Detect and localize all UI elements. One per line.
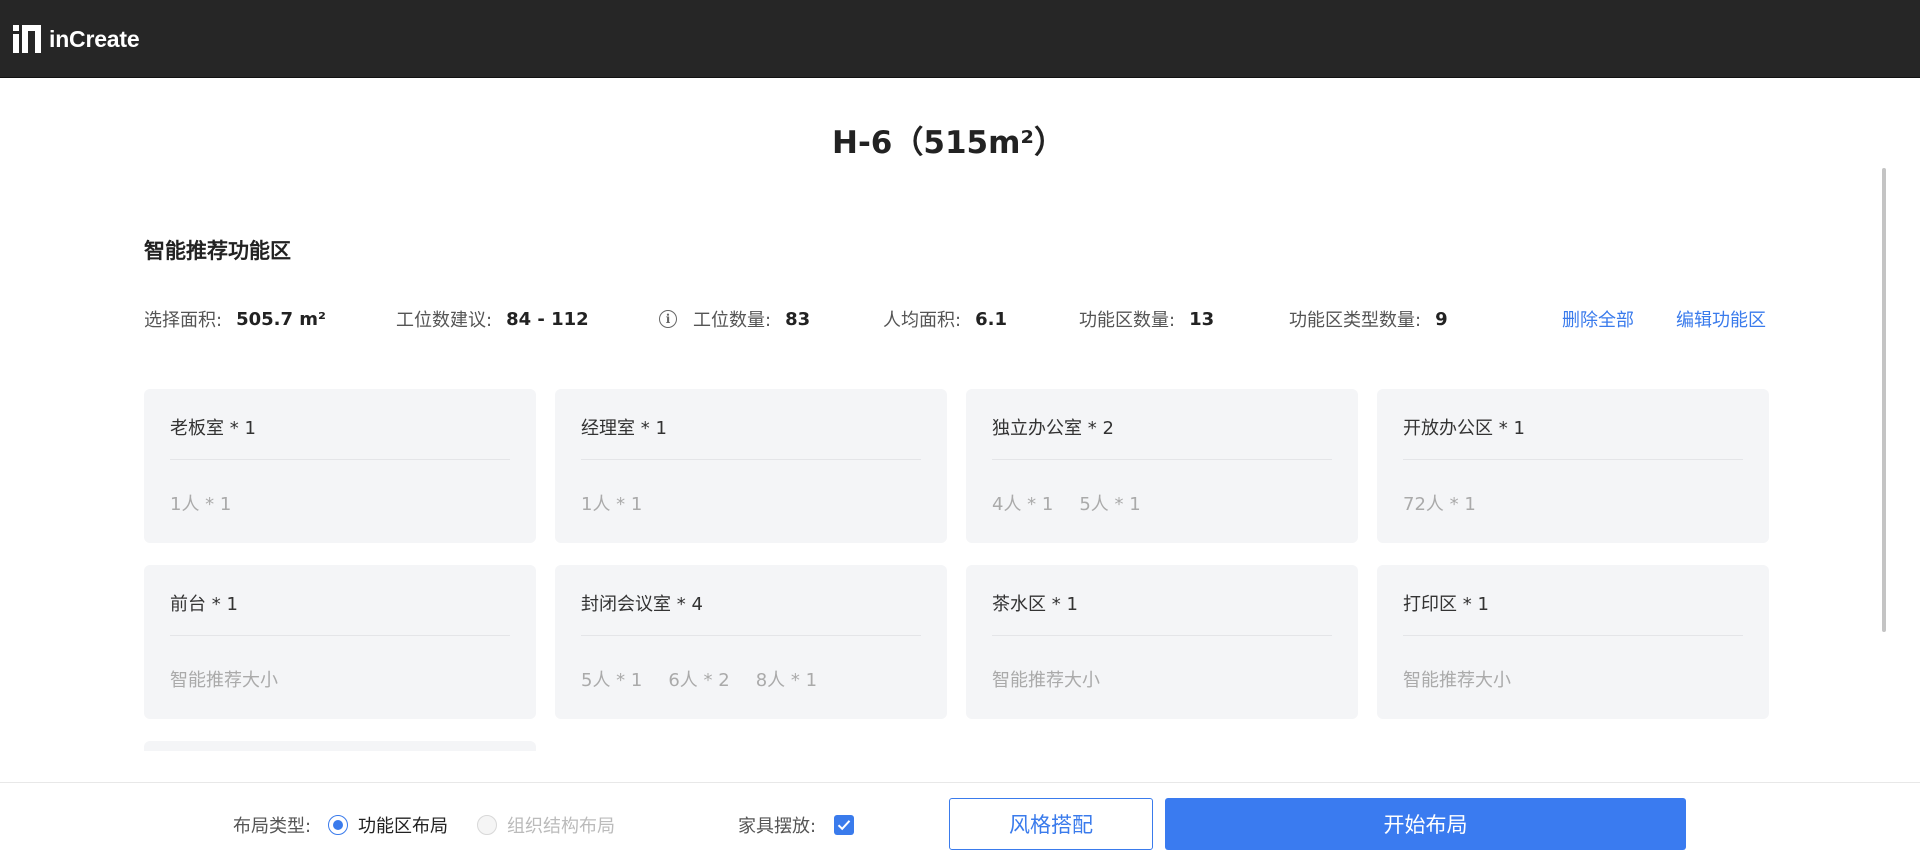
zone-card-detail: 智能推荐大小 — [170, 670, 278, 691]
edit-zones-link[interactable]: 编辑功能区 — [1676, 306, 1766, 332]
zone-card-details: 1人 * 1 — [581, 490, 668, 516]
zone-card[interactable]: 打印区 * 1 智能推荐大小 — [1377, 565, 1769, 719]
zone-card-detail: 8人 * 1 — [755, 670, 818, 691]
zone-card-name: 封闭会议室 * 4 — [581, 594, 703, 615]
stat-zone-count-label: 功能区数量: — [1079, 310, 1176, 331]
zone-card-details: 智能推荐大小 — [992, 666, 1126, 692]
zone-card-name: 老板室 * 1 — [170, 418, 256, 439]
scrollbar-thumb[interactable] — [1882, 168, 1886, 632]
radio-zone-layout-label: 功能区布局 — [358, 816, 448, 837]
delete-all-link[interactable]: 删除全部 — [1562, 306, 1634, 332]
zone-card-name: 前台 * 1 — [170, 594, 238, 615]
stat-workstation-count-value: 83 — [785, 308, 811, 330]
footer-bar: 布局类型: 功能区布局 组织结构布局 家具摆放: 风格搭配 开始布局 — [0, 782, 1920, 867]
info-icon[interactable]: i — [659, 310, 677, 328]
layout-type-label: 布局类型: — [233, 816, 312, 837]
radio-org-layout-label: 组织结构布局 — [507, 816, 615, 837]
furniture-checkbox[interactable] — [834, 815, 854, 835]
radio-zone-layout[interactable]: 功能区布局 — [328, 812, 448, 838]
stat-zone-count-value: 13 — [1189, 308, 1215, 330]
style-match-button[interactable]: 风格搭配 — [949, 798, 1153, 850]
stat-zone-type-count: 功能区类型数量: 9 — [1289, 306, 1448, 332]
start-layout-button[interactable]: 开始布局 — [1165, 798, 1686, 850]
radio-unchecked-icon — [477, 815, 497, 835]
zone-card-detail: 4人 * 1 — [992, 494, 1054, 515]
zone-card-divider — [581, 459, 921, 460]
zone-card-detail: 智能推荐大小 — [992, 670, 1100, 691]
zone-card-detail: 72人 * 1 — [1403, 494, 1476, 515]
app-logo[interactable]: inCreate — [13, 25, 140, 53]
checkmark-icon — [837, 820, 851, 831]
stat-workstation-count: i 工位数量: 83 — [659, 306, 810, 332]
logo-text: inCreate — [49, 25, 140, 52]
stat-workstation-suggest-value: 84 - 112 — [506, 308, 589, 330]
zone-card[interactable]: 经理室 * 1 1人 * 1 — [555, 389, 947, 543]
zone-card[interactable]: 独立办公室 * 2 4人 * 1 5人 * 1 — [966, 389, 1358, 543]
zone-card-details: 1人 * 1 — [170, 490, 257, 516]
stats-bar: 选择面积: 505.7 m² 工位数建议: 84 - 112 i 工位数量: 8… — [144, 306, 1774, 334]
zone-card[interactable]: 老板室 * 1 1人 * 1 — [144, 389, 536, 543]
zone-card-details: 智能推荐大小 — [170, 666, 304, 692]
zone-card-divider — [581, 635, 921, 636]
stat-zone-count: 功能区数量: 13 — [1079, 306, 1214, 332]
zone-card-detail: 5人 * 1 — [1079, 494, 1141, 515]
zone-card[interactable]: 封闭会议室 * 4 5人 * 1 6人 * 2 8人 * 1 — [555, 565, 947, 719]
zone-card-details: 4人 * 1 5人 * 1 — [992, 490, 1167, 516]
zone-card-partial[interactable] — [144, 741, 536, 751]
stat-area-value: 505.7 m² — [236, 308, 326, 330]
zone-card-details: 72人 * 1 — [1403, 490, 1502, 516]
stat-area-label: 选择面积: — [144, 310, 223, 331]
zone-card-detail: 5人 * 1 — [581, 670, 643, 691]
stat-per-capita-label: 人均面积: — [883, 310, 962, 331]
zone-card-divider — [170, 635, 510, 636]
zone-card[interactable]: 开放办公区 * 1 72人 * 1 — [1377, 389, 1769, 543]
zone-card[interactable]: 前台 * 1 智能推荐大小 — [144, 565, 536, 719]
zone-card-detail: 6人 * 2 — [668, 670, 730, 691]
zone-card-name: 独立办公室 * 2 — [992, 418, 1114, 439]
stat-per-capita: 人均面积: 6.1 — [883, 306, 1007, 332]
zone-card-detail: 1人 * 1 — [170, 494, 232, 515]
zone-card-divider — [1403, 459, 1743, 460]
stat-workstation-suggest: 工位数建议: 84 - 112 — [396, 306, 589, 332]
stat-area: 选择面积: 505.7 m² — [144, 306, 326, 332]
zone-card-divider — [992, 635, 1332, 636]
page-title: H-6（515m²） — [832, 125, 1065, 161]
zone-card[interactable]: 茶水区 * 1 智能推荐大小 — [966, 565, 1358, 719]
stat-workstation-count-label: 工位数量: — [693, 310, 772, 331]
logo-icon — [13, 25, 45, 53]
radio-org-layout[interactable]: 组织结构布局 — [477, 812, 615, 838]
stat-zone-type-count-label: 功能区类型数量: — [1289, 310, 1422, 331]
zone-card-name: 开放办公区 * 1 — [1403, 418, 1525, 439]
zone-card-name: 茶水区 * 1 — [992, 594, 1078, 615]
section-title: 智能推荐功能区 — [144, 239, 291, 263]
furniture-label: 家具摆放: — [738, 816, 817, 837]
top-bar: inCreate — [0, 0, 1920, 78]
zone-card-name: 打印区 * 1 — [1403, 594, 1489, 615]
zone-card-divider — [992, 459, 1332, 460]
zone-card-detail: 智能推荐大小 — [1403, 670, 1511, 691]
zone-card-divider — [170, 459, 510, 460]
zone-card-detail: 1人 * 1 — [581, 494, 643, 515]
zone-card-divider — [1403, 635, 1743, 636]
zone-card-details: 5人 * 1 6人 * 2 8人 * 1 — [581, 666, 843, 692]
stat-workstation-suggest-label: 工位数建议: — [396, 310, 493, 331]
zone-card-name: 经理室 * 1 — [581, 418, 667, 439]
stat-per-capita-value: 6.1 — [975, 308, 1007, 330]
stat-zone-type-count-value: 9 — [1435, 308, 1448, 330]
zone-card-details: 智能推荐大小 — [1403, 666, 1537, 692]
radio-checked-icon — [328, 815, 348, 835]
